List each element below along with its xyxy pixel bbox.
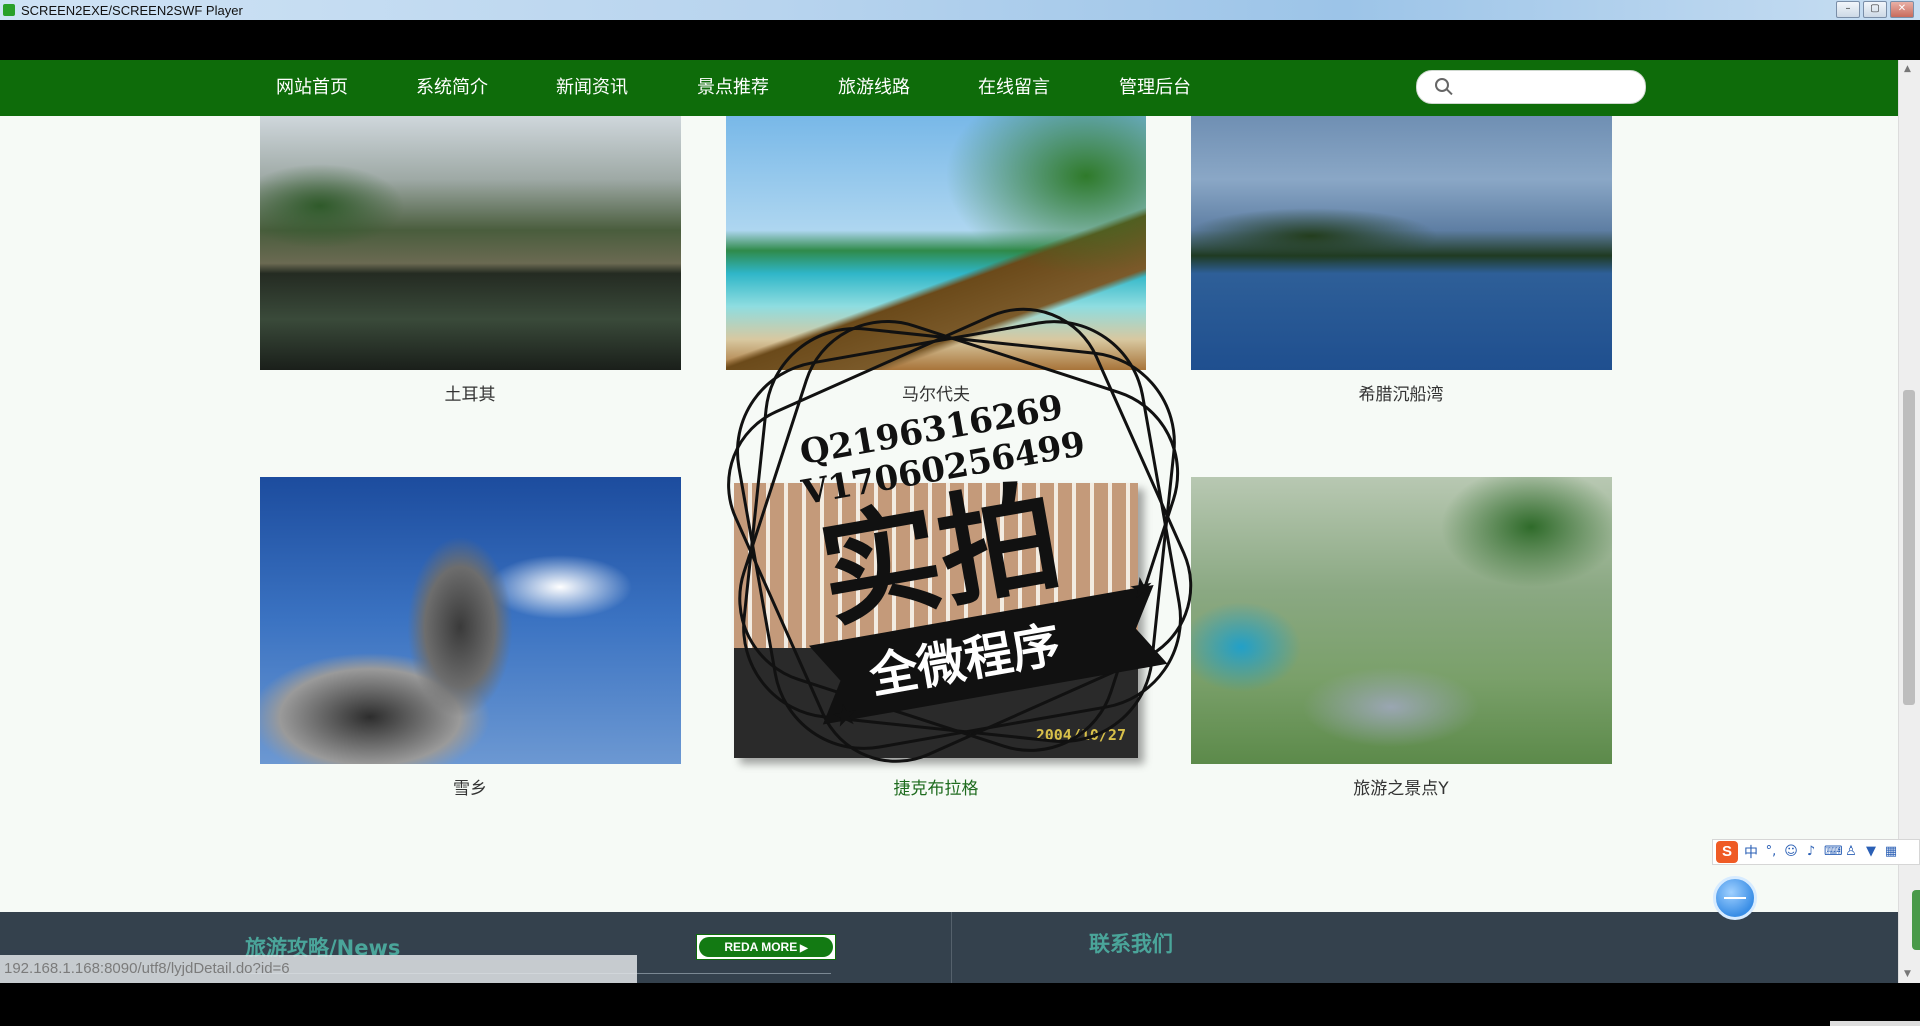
attraction-image-prague[interactable]: 2004/10/27 [734, 483, 1138, 758]
attraction-caption[interactable]: 旅游之景点Y [1191, 774, 1611, 799]
minimize-button[interactable]: – [1836, 1, 1860, 18]
app-icon [3, 4, 15, 16]
nav-attractions[interactable]: 景点推荐 [697, 60, 769, 116]
microphone-icon[interactable]: ♪ [1804, 845, 1818, 859]
nav-about[interactable]: 系统简介 [416, 60, 488, 116]
ime-toolbar[interactable]: S 中 °, ☺ ♪ ⌨ ♙ ▼ ▦ [1712, 839, 1920, 865]
emoji-icon[interactable]: ☺ [1784, 845, 1798, 859]
attraction-caption[interactable]: 土耳其 [260, 380, 680, 405]
status-bar-url: 192.168.1.168:8090/utf8/lyjdDetail.do?id… [0, 955, 637, 983]
attraction-image-greece[interactable] [1191, 116, 1612, 370]
search-icon [1435, 78, 1449, 92]
attraction-caption[interactable]: 雪乡 [260, 774, 680, 799]
photo-date-stamp: 2004/10/27 [1035, 726, 1126, 744]
keyboard-icon[interactable]: ⌨ [1824, 845, 1843, 859]
attraction-caption[interactable]: 马尔代夫 [726, 380, 1146, 405]
side-drawer-tab[interactable] [1912, 890, 1920, 950]
attraction-image-campus[interactable] [1191, 477, 1612, 764]
resize-grip[interactable] [1830, 1021, 1920, 1026]
scroll-down-icon[interactable]: ▼ [1904, 969, 1911, 979]
attraction-image-maldives[interactable] [726, 116, 1146, 370]
main-navbar: 网站首页 系统简介 新闻资讯 景点推荐 旅游线路 在线留言 管理后台 [0, 60, 1898, 116]
web-page-viewport: 网站首页 系统简介 新闻资讯 景点推荐 旅游线路 在线留言 管理后台 土耳其 马… [0, 60, 1920, 983]
nav-home[interactable]: 网站首页 [276, 60, 348, 116]
window-title: SCREEN2EXE/SCREEN2SWF Player [21, 2, 243, 18]
scroll-thumb[interactable] [1903, 390, 1915, 705]
floating-assistant-ball[interactable] [1713, 876, 1757, 920]
attraction-caption[interactable]: 捷克布拉格 [726, 774, 1146, 799]
restore-button[interactable]: ▢ [1863, 1, 1887, 18]
nav-news[interactable]: 新闻资讯 [556, 60, 628, 116]
read-more-label: REDA MORE [699, 937, 833, 957]
footer-column-divider [951, 912, 952, 983]
window-controls: – ▢ ✕ [1836, 1, 1914, 18]
attraction-image-snow-town[interactable] [260, 477, 681, 764]
scroll-up-icon[interactable]: ▲ [1904, 64, 1911, 74]
toolbox-icon[interactable]: ▦ [1884, 845, 1898, 859]
user-icon[interactable]: ♙ [1844, 845, 1858, 859]
close-button[interactable]: ✕ [1890, 1, 1914, 18]
attraction-caption[interactable]: 希腊沉船湾 [1191, 380, 1611, 405]
contact-section-title: 联系我们 [1089, 932, 1173, 956]
nav-admin[interactable]: 管理后台 [1119, 60, 1191, 116]
punctuation-icon[interactable]: °, [1764, 845, 1778, 859]
player-title-bar: SCREEN2EXE/SCREEN2SWF Player – ▢ ✕ [0, 0, 1920, 20]
skin-icon[interactable]: ▼ [1864, 845, 1878, 859]
nav-routes[interactable]: 旅游线路 [838, 60, 910, 116]
search-input[interactable] [1457, 75, 1637, 99]
attraction-image-turkey[interactable] [260, 116, 681, 370]
ime-language-toggle[interactable]: 中 [1744, 842, 1758, 862]
player-bottom-bar [0, 983, 1920, 1026]
sogou-logo-icon[interactable]: S [1716, 841, 1738, 863]
read-more-button[interactable]: REDA MORE [696, 934, 836, 960]
search-box[interactable] [1416, 70, 1646, 104]
nav-messages[interactable]: 在线留言 [978, 60, 1050, 116]
